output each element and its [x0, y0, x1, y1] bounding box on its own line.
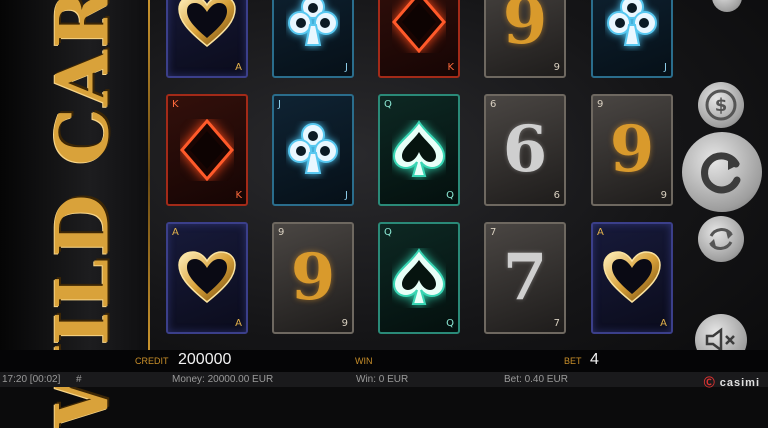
reel-symbol-diamond: KK — [378, 0, 460, 78]
autoplay-icon — [709, 228, 733, 250]
card-number: 9 — [609, 112, 655, 187]
game-logo-panel: WILD CARD — [0, 0, 150, 428]
card-index-bottom: J — [345, 190, 348, 201]
card-index-top: A — [597, 227, 604, 238]
bet-label: BET — [564, 356, 582, 366]
reel-symbol-spade: QQ — [378, 94, 460, 206]
card-index-top: J — [278, 99, 281, 110]
card-index-bottom: K — [235, 190, 242, 201]
card-index-bottom: 9 — [553, 62, 560, 73]
game-stage: WILD CARD AAKKAAJJJJ999KKQQQQ999666777JJ… — [0, 0, 768, 428]
reel-symbol-club: JJ — [591, 0, 673, 78]
card-index-bottom: A — [660, 318, 667, 329]
svg-text:$: $ — [715, 95, 728, 116]
card-index-top: Q — [384, 99, 392, 110]
card-index-top: A — [172, 227, 179, 238]
card-index-top: 6 — [490, 99, 497, 110]
credit-label: CREDIT — [135, 356, 169, 366]
card-index-bottom: A — [235, 62, 242, 73]
money-status: Money: 20000.00 EUR — [172, 374, 274, 385]
credit-value: 200000 — [178, 351, 232, 368]
brand-logo: Ⓒ casimi — [703, 377, 760, 389]
reel-symbol-number: 777 — [484, 222, 566, 334]
card-index-bottom: Q — [446, 190, 454, 201]
card-number: 6 — [502, 112, 548, 187]
card-index-top: K — [172, 99, 179, 110]
card-index-top: 9 — [278, 227, 285, 238]
card-number: 9 — [502, 0, 548, 59]
card-index-bottom: J — [664, 62, 667, 73]
reel-symbol-heart: AA — [591, 222, 673, 334]
reel-symbol-heart: AA — [166, 0, 248, 78]
hash-link[interactable]: # — [76, 374, 82, 385]
card-index-bottom: 9 — [660, 190, 667, 201]
spin-button[interactable] — [682, 132, 762, 212]
bet-value[interactable]: 4 — [590, 351, 599, 369]
card-index-bottom: A — [235, 318, 242, 329]
card-index-top: Q — [384, 227, 392, 238]
brand-mark-icon: Ⓒ — [703, 377, 716, 389]
reel-symbol-diamond: KK — [166, 94, 248, 206]
card-index-bottom: J — [345, 62, 348, 73]
win-label: WIN — [355, 356, 373, 366]
card-index-top: 7 — [490, 227, 497, 238]
card-index-bottom: 6 — [553, 190, 560, 201]
reel-symbol-spade: QQ — [378, 222, 460, 334]
currency-button[interactable]: $ — [698, 82, 744, 128]
reel-area: AAKKAAJJJJ999KKQQQQ999666777JJ999AA — [150, 0, 675, 350]
status-bar: 17:20 [00:02] # Money: 20000.00 EUR Win:… — [0, 372, 768, 389]
card-index-bottom: K — [447, 62, 454, 73]
reel-symbol-number: 999 — [591, 94, 673, 206]
reel-symbol-club: JJ — [272, 94, 354, 206]
reel-symbol-heart: AA — [166, 222, 248, 334]
session-time: 17:20 [00:02] — [2, 374, 61, 385]
card-number: 9 — [290, 240, 336, 315]
refresh-icon — [701, 152, 741, 194]
card-index-bottom: Q — [446, 318, 454, 329]
reel-symbol-number: 999 — [484, 0, 566, 78]
menu-button[interactable] — [712, 0, 742, 12]
info-bar: CREDIT 200000 WIN BET 4 — [0, 350, 768, 372]
autoplay-button[interactable] — [698, 216, 744, 262]
win-status: Win: 0 EUR — [356, 374, 409, 385]
card-index-bottom: 7 — [553, 318, 560, 329]
reel-symbol-club: JJ — [272, 0, 354, 78]
dollar-icon: $ — [705, 89, 737, 121]
card-index-bottom: 9 — [341, 318, 348, 329]
card-index-top: 9 — [597, 99, 604, 110]
reel-symbol-number: 999 — [272, 222, 354, 334]
reel-symbol-number: 666 — [484, 94, 566, 206]
card-number: 7 — [502, 240, 548, 315]
bet-status: Bet: 0.40 EUR — [504, 374, 568, 385]
